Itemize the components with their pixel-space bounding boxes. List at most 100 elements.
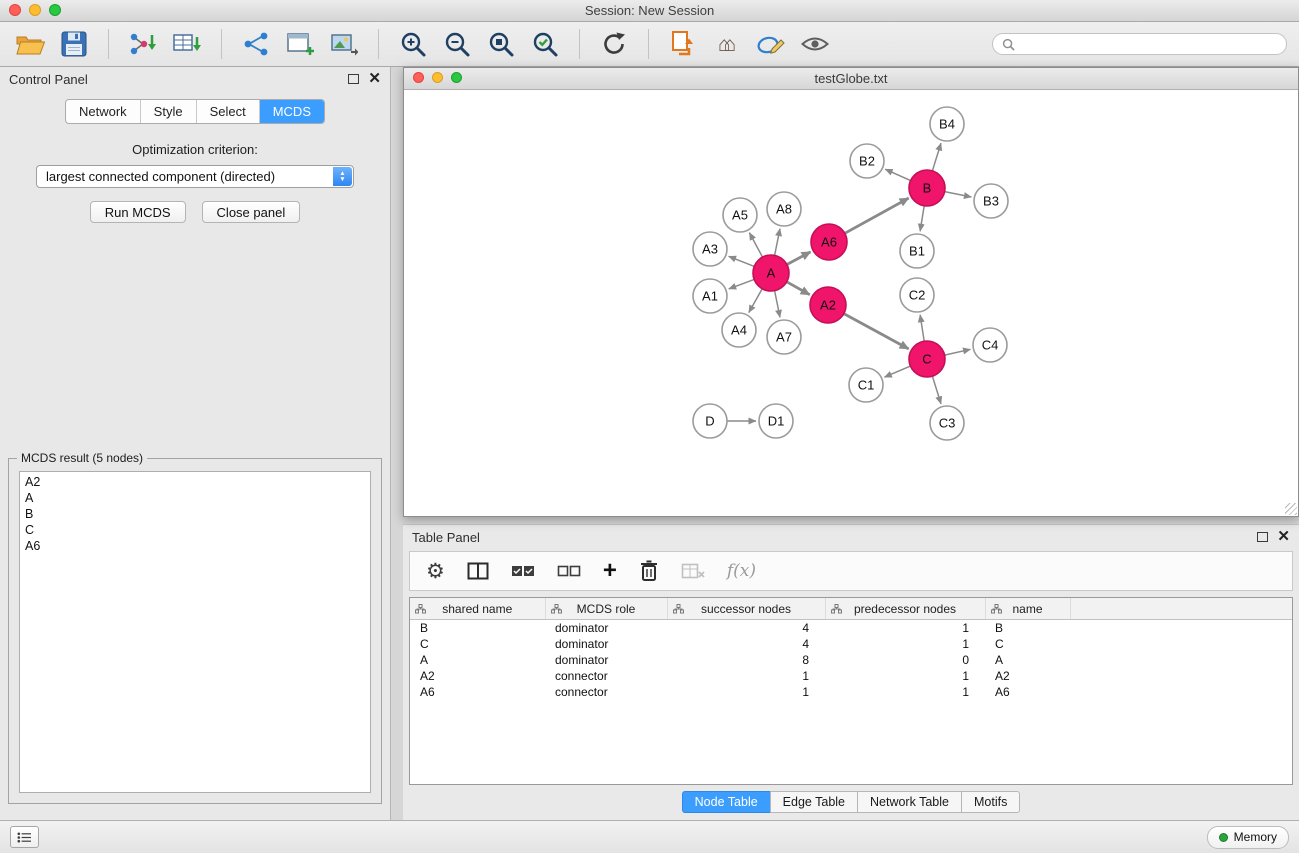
- graph-node-B1[interactable]: [900, 234, 934, 268]
- cell-shared-name[interactable]: A2: [410, 668, 545, 684]
- cell-successor-nodes[interactable]: 1: [667, 668, 825, 684]
- graph-edge-A-A7[interactable]: [775, 291, 780, 318]
- run-mcds-button[interactable]: Run MCDS: [90, 201, 186, 223]
- graph-node-A3[interactable]: [693, 232, 727, 266]
- cell-predecessor-nodes[interactable]: 1: [825, 620, 985, 637]
- tab-style[interactable]: Style: [141, 100, 197, 123]
- result-item[interactable]: A2: [25, 474, 365, 490]
- graph-node-A4[interactable]: [722, 313, 756, 347]
- cell-successor-nodes[interactable]: 4: [667, 636, 825, 652]
- table-row[interactable]: Bdominator41B: [410, 620, 1292, 637]
- save-session-button[interactable]: [56, 26, 92, 62]
- graph-node-C2[interactable]: [900, 278, 934, 312]
- tab-select[interactable]: Select: [197, 100, 260, 123]
- cell-name[interactable]: C: [985, 636, 1070, 652]
- graph-node-B[interactable]: [909, 170, 945, 206]
- tab-network-table[interactable]: Network Table: [857, 791, 962, 813]
- graph-node-C3[interactable]: [930, 406, 964, 440]
- table-row[interactable]: Cdominator41C: [410, 636, 1292, 652]
- optimization-criterion-dropdown[interactable]: largest connected component (directed) ▲…: [36, 165, 354, 188]
- export-image-button[interactable]: [326, 26, 362, 62]
- column-header-name[interactable]: name: [985, 598, 1070, 620]
- table-row[interactable]: Adominator80A: [410, 652, 1292, 668]
- graph-node-C4[interactable]: [973, 328, 1007, 362]
- task-history-button[interactable]: [10, 826, 39, 848]
- column-header-MCDS-role[interactable]: MCDS role: [545, 598, 667, 620]
- graph-node-A5[interactable]: [723, 198, 757, 232]
- close-panel-button[interactable]: Close panel: [202, 201, 301, 223]
- tab-network[interactable]: Network: [66, 100, 141, 123]
- column-header-predecessor-nodes[interactable]: predecessor nodes: [825, 598, 985, 620]
- table-row[interactable]: A2connector11A2: [410, 668, 1292, 684]
- select-first-neighbors-button[interactable]: [665, 26, 701, 62]
- search-field[interactable]: [992, 33, 1287, 55]
- unselect-all-button[interactable]: [557, 565, 581, 577]
- column-header-successor-nodes[interactable]: successor nodes: [667, 598, 825, 620]
- share-network-button[interactable]: [238, 26, 274, 62]
- select-all-button[interactable]: [511, 565, 535, 577]
- close-window-icon[interactable]: [9, 4, 21, 16]
- zoom-fit-button[interactable]: [483, 26, 519, 62]
- cell-successor-nodes[interactable]: 8: [667, 652, 825, 668]
- import-table-button[interactable]: [169, 26, 205, 62]
- graph-node-A7[interactable]: [767, 320, 801, 354]
- cell-predecessor-nodes[interactable]: 1: [825, 684, 985, 700]
- show-hide-details-button[interactable]: [797, 26, 833, 62]
- cell-MCDS-role[interactable]: connector: [545, 684, 667, 700]
- table-settings-button[interactable]: ⚙: [426, 561, 445, 582]
- graph-edge-C-C4[interactable]: [945, 349, 971, 355]
- graph-edge-C-C2[interactable]: [920, 315, 924, 341]
- graph-edge-B-B4[interactable]: [932, 143, 941, 171]
- close-network-window-icon[interactable]: [413, 72, 424, 83]
- graph-edge-A-A8[interactable]: [775, 229, 780, 256]
- search-input[interactable]: [1021, 36, 1277, 52]
- graph-edge-B-B2[interactable]: [885, 169, 910, 180]
- minimize-window-icon[interactable]: [29, 4, 41, 16]
- minimize-network-window-icon[interactable]: [432, 72, 443, 83]
- import-network-button[interactable]: [125, 26, 161, 62]
- cell-MCDS-role[interactable]: dominator: [545, 652, 667, 668]
- graph-edge-A-A5[interactable]: [749, 233, 762, 258]
- zoom-window-icon[interactable]: [49, 4, 61, 16]
- table-row[interactable]: A6connector11A6: [410, 684, 1292, 700]
- cell-shared-name[interactable]: C: [410, 636, 545, 652]
- zoom-network-window-icon[interactable]: [451, 72, 462, 83]
- cell-predecessor-nodes[interactable]: 1: [825, 668, 985, 684]
- column-header-shared-name[interactable]: shared name: [410, 598, 545, 620]
- close-panel-icon[interactable]: ✕: [368, 74, 381, 84]
- refresh-button[interactable]: [596, 26, 632, 62]
- delete-row-button[interactable]: [639, 559, 659, 583]
- zoom-selected-button[interactable]: [527, 26, 563, 62]
- graph-node-B2[interactable]: [850, 144, 884, 178]
- open-session-button[interactable]: [12, 26, 48, 62]
- show-columns-button[interactable]: [467, 562, 489, 580]
- result-item[interactable]: C: [25, 522, 365, 538]
- memory-button[interactable]: Memory: [1207, 826, 1289, 849]
- close-table-panel-icon[interactable]: ✕: [1277, 532, 1290, 542]
- tab-mcds[interactable]: MCDS: [260, 100, 324, 123]
- graph-edge-B-B3[interactable]: [945, 192, 972, 197]
- cell-name[interactable]: A6: [985, 684, 1070, 700]
- cell-name[interactable]: A2: [985, 668, 1070, 684]
- graph-edge-C-C3[interactable]: [932, 376, 941, 404]
- tab-motifs[interactable]: Motifs: [961, 791, 1020, 813]
- graph-edge-A-A1[interactable]: [729, 279, 755, 289]
- graph-edge-A2-C[interactable]: [844, 314, 909, 349]
- cell-name[interactable]: B: [985, 620, 1070, 637]
- cell-MCDS-role[interactable]: dominator: [545, 620, 667, 637]
- cell-successor-nodes[interactable]: 4: [667, 620, 825, 637]
- function-builder-button[interactable]: f(x): [727, 561, 756, 581]
- cell-shared-name[interactable]: B: [410, 620, 545, 637]
- cell-MCDS-role[interactable]: connector: [545, 668, 667, 684]
- graph-node-A6[interactable]: [811, 224, 847, 260]
- float-panel-icon[interactable]: [348, 74, 359, 84]
- result-item[interactable]: A: [25, 490, 365, 506]
- annotations-button[interactable]: [753, 26, 789, 62]
- resize-grip[interactable]: [1285, 503, 1297, 515]
- cell-predecessor-nodes[interactable]: 0: [825, 652, 985, 668]
- graph-node-A1[interactable]: [693, 279, 727, 313]
- cell-predecessor-nodes[interactable]: 1: [825, 636, 985, 652]
- tab-edge-table[interactable]: Edge Table: [770, 791, 858, 813]
- graph-node-A2[interactable]: [810, 287, 846, 323]
- graph-edge-A-A4[interactable]: [749, 289, 762, 313]
